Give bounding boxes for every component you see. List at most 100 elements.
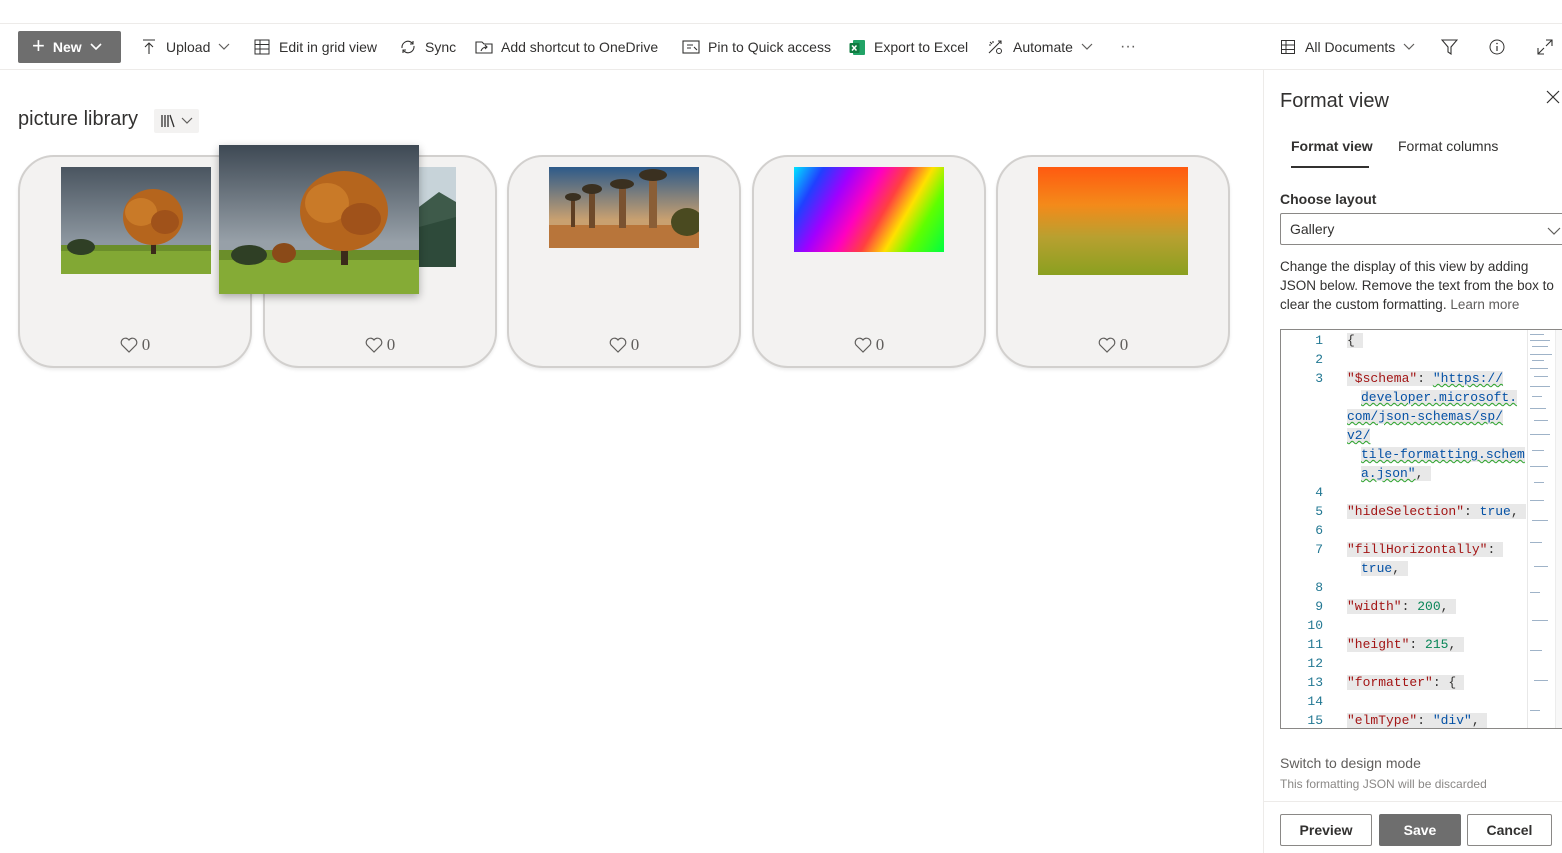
cancel-button[interactable]: Cancel xyxy=(1467,814,1552,846)
switch-note: This formatting JSON will be discarded xyxy=(1280,777,1487,791)
like-count[interactable]: 0 xyxy=(509,335,739,355)
save-button[interactable]: Save xyxy=(1379,814,1461,846)
upload-icon xyxy=(140,38,158,56)
add-shortcut-label: Add shortcut to OneDrive xyxy=(501,39,659,55)
line-number: 3 xyxy=(1315,371,1323,386)
view-selector[interactable]: All Documents xyxy=(1279,24,1415,70)
heart-icon xyxy=(365,337,383,353)
layout-dropdown[interactable]: Gallery xyxy=(1280,213,1562,245)
editor-minimap[interactable] xyxy=(1527,330,1555,728)
pin-label: Pin to Quick access xyxy=(708,39,831,55)
line-number: 9 xyxy=(1315,599,1323,614)
tab-format-columns[interactable]: Format columns xyxy=(1398,138,1498,154)
pin-quick-access-button[interactable]: Pin to Quick access xyxy=(682,24,831,70)
new-button[interactable]: + New xyxy=(18,31,121,63)
code-line: "elmType": "div", xyxy=(1347,713,1488,728)
preview-button[interactable]: Preview xyxy=(1280,814,1372,846)
rainbow-image xyxy=(794,167,944,252)
format-view-panel: Format view Format view Format columns C… xyxy=(1263,70,1562,853)
code-line: developer.microsoft. xyxy=(1361,390,1518,405)
edit-grid-view-button[interactable]: Edit in grid view xyxy=(253,24,377,70)
switch-design-mode-link[interactable]: Switch to design mode xyxy=(1280,755,1421,771)
code-line: "height": 215, xyxy=(1347,637,1465,652)
gallery-tile[interactable]: 0 xyxy=(507,155,741,368)
expand-button[interactable] xyxy=(1536,24,1562,70)
info-icon xyxy=(1488,38,1506,56)
heart-icon xyxy=(609,337,627,353)
code-line: true, xyxy=(1361,561,1408,576)
command-bar: Upload Edit in grid view Sync Add shortc… xyxy=(0,24,1562,70)
like-count[interactable]: 0 xyxy=(20,335,250,355)
mountains-image xyxy=(419,167,456,267)
code-line: "fillHorizontally": xyxy=(1347,542,1504,557)
panel-title: Format view xyxy=(1280,90,1389,112)
chevron-down-icon xyxy=(218,43,230,51)
like-count-value: 0 xyxy=(875,335,885,354)
code-line: a.json", xyxy=(1361,466,1432,481)
like-count[interactable]: 0 xyxy=(754,335,984,355)
layout-dropdown-value: Gallery xyxy=(1290,221,1335,237)
upload-button[interactable]: Upload xyxy=(140,24,230,70)
close-icon[interactable] xyxy=(1546,90,1562,106)
new-label: New xyxy=(52,39,82,55)
learn-more-link[interactable]: Learn more xyxy=(1450,297,1519,312)
format-description: Change the display of this view by addin… xyxy=(1280,257,1562,314)
automate-button[interactable]: Automate xyxy=(987,24,1093,70)
gallery-tile[interactable]: 0 xyxy=(996,155,1230,368)
line-number: 11 xyxy=(1307,637,1323,652)
line-number: 14 xyxy=(1307,694,1323,709)
orange-green-gradient-image xyxy=(1038,167,1188,275)
export-excel-button[interactable]: Export to Excel xyxy=(848,24,968,70)
like-count[interactable]: 0 xyxy=(265,335,495,355)
view-label: All Documents xyxy=(1305,39,1396,55)
excel-icon xyxy=(848,38,866,56)
hover-preview-image[interactable] xyxy=(219,145,419,294)
line-number: 2 xyxy=(1315,352,1323,367)
line-number: 4 xyxy=(1315,485,1323,500)
export-label: Export to Excel xyxy=(874,39,969,55)
gallery-tile[interactable]: 0 xyxy=(18,155,252,368)
like-count[interactable]: 0 xyxy=(998,335,1228,355)
tab-format-view[interactable]: Format view xyxy=(1291,138,1373,154)
like-count-value: 0 xyxy=(630,335,640,354)
like-count-value: 0 xyxy=(386,335,396,354)
line-number: 8 xyxy=(1315,580,1323,595)
info-button[interactable] xyxy=(1488,24,1514,70)
code-line: v2/ xyxy=(1347,428,1371,443)
chevron-down-icon xyxy=(1081,43,1093,51)
like-count-value: 0 xyxy=(141,335,151,354)
line-number: 7 xyxy=(1315,542,1323,557)
line-number: 1 xyxy=(1315,333,1323,348)
automate-label: Automate xyxy=(1013,39,1073,55)
code-line: tile-formatting.schem xyxy=(1361,447,1525,462)
automate-icon xyxy=(987,38,1005,56)
sync-button[interactable]: Sync xyxy=(399,24,456,70)
filter-button[interactable] xyxy=(1440,24,1466,70)
json-editor[interactable]: 1 2 3 4 5 6 7 8 9 10 11 12 13 14 15 { "$… xyxy=(1280,329,1562,729)
more-button[interactable]: ··· xyxy=(1120,24,1136,70)
chevron-down-icon xyxy=(1403,43,1415,51)
editor-scrollbar[interactable] xyxy=(1555,330,1562,728)
active-tab-underline xyxy=(1291,166,1369,168)
line-number: 13 xyxy=(1307,675,1323,690)
panel-footer-divider xyxy=(1264,801,1562,802)
pin-icon xyxy=(682,38,700,56)
baobabs-image xyxy=(549,167,699,248)
gallery-tile[interactable]: 0 xyxy=(752,155,986,368)
line-number: 6 xyxy=(1315,523,1323,538)
library-view-switcher[interactable] xyxy=(154,109,199,133)
library-title: picture library xyxy=(18,108,139,130)
heart-icon xyxy=(854,337,872,353)
sync-icon xyxy=(399,38,417,56)
code-line: "formatter": { xyxy=(1347,675,1465,690)
library-icon xyxy=(161,114,175,128)
chevron-down-icon xyxy=(90,43,102,51)
top-strip xyxy=(0,0,1562,24)
choose-layout-label: Choose layout xyxy=(1280,191,1377,207)
line-number: 12 xyxy=(1307,656,1323,671)
heart-icon xyxy=(1098,337,1116,353)
upload-label: Upload xyxy=(166,39,211,55)
add-shortcut-button[interactable]: Add shortcut to OneDrive xyxy=(475,24,658,70)
line-number: 15 xyxy=(1307,713,1323,728)
chevron-down-icon xyxy=(181,117,193,124)
